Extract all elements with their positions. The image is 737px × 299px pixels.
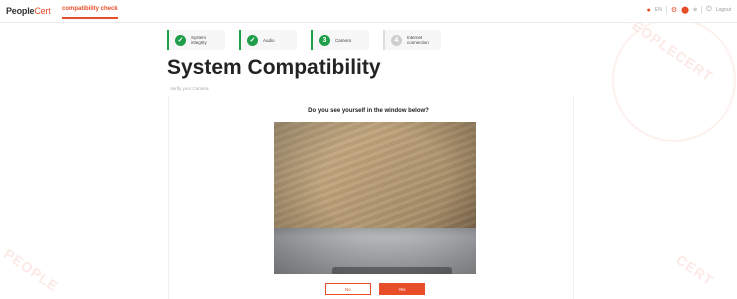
header-divider xyxy=(665,6,667,14)
watermark-circle xyxy=(612,18,736,142)
check-icon: ✓ xyxy=(175,34,186,46)
header-item[interactable]: ⊕ xyxy=(693,7,697,13)
step-label: Camera xyxy=(335,37,352,43)
camera-preview xyxy=(274,122,476,274)
top-bar: PeopleCert compatibility check ● EN ⚙ ⬤ … xyxy=(0,0,737,23)
step-label: System integrity xyxy=(191,35,207,45)
logout-icon[interactable]: ⏻ xyxy=(706,6,712,14)
watermark-text: CERT xyxy=(673,251,717,289)
language-selector[interactable]: EN xyxy=(655,7,662,13)
language-globe-icon[interactable]: ● xyxy=(647,7,651,14)
header-divider xyxy=(701,6,703,14)
check-icon: ✓ xyxy=(247,34,258,46)
step-label: Internet connection xyxy=(407,35,429,45)
compatibility-stepper: ✓ System integrity ✓ Audio 3 Camera 4 In… xyxy=(167,30,441,50)
page-title: System Compatibility xyxy=(167,56,381,79)
yes-button[interactable]: Yes xyxy=(379,283,425,295)
step-internet-connection: 4 Internet connection xyxy=(383,30,441,50)
logo-accent: Cert xyxy=(34,6,51,16)
user-icon[interactable]: ⬤ xyxy=(681,6,689,14)
camera-question: Do you see yourself in the window below? xyxy=(308,108,429,114)
step-camera: 3 Camera xyxy=(311,30,369,50)
step-number-badge: 4 xyxy=(391,34,402,46)
no-button[interactable]: No xyxy=(325,283,371,295)
step-audio: ✓ Audio xyxy=(239,30,297,50)
logo-main: People xyxy=(6,6,35,16)
step-number-badge: 3 xyxy=(319,34,330,46)
step-system-integrity: ✓ System integrity xyxy=(167,30,225,50)
accessibility-icon[interactable]: ⚙ xyxy=(671,6,677,14)
step-label: Audio xyxy=(263,37,275,43)
tab-compatibility-check[interactable]: compatibility check xyxy=(62,6,118,19)
header-actions: ● EN ⚙ ⬤ ⊕ ⏻ Logout xyxy=(647,6,731,14)
watermark-text: PEOPLE xyxy=(1,245,62,295)
page-subtitle: Verify your Camera xyxy=(170,86,209,91)
camera-feed-vignette xyxy=(274,122,476,274)
peoplecert-logo[interactable]: PeopleCert xyxy=(6,6,51,16)
logout-link[interactable]: Logout xyxy=(716,7,731,13)
